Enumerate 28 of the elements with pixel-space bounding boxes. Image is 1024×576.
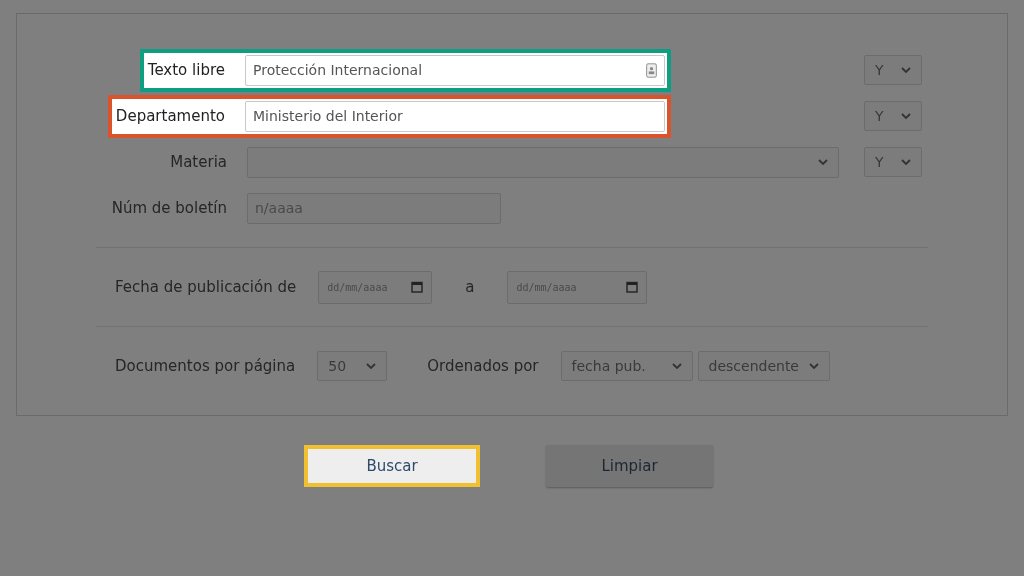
chevron-icon <box>901 67 911 73</box>
order-label: Ordenados por <box>427 355 539 377</box>
per-page-dropdown[interactable]: 50 <box>317 351 388 381</box>
chevron-icon <box>818 159 828 165</box>
search-button[interactable]: Buscar <box>304 445 480 487</box>
date-label: Fecha de publicación de <box>115 276 297 298</box>
chevron-icon <box>901 159 911 165</box>
input-field[interactable]: Protección Internacional <box>245 54 665 86</box>
field-label: Departamento <box>114 105 226 127</box>
operator-dropdown[interactable]: Y <box>864 101 922 131</box>
field-label: Materia <box>169 151 228 173</box>
chevron-icon <box>808 363 819 369</box>
order-field-dropdown[interactable]: fecha pub. <box>560 351 693 381</box>
chevron-icon <box>671 363 682 369</box>
field-label: Texto libre <box>146 59 226 81</box>
calendar-icon <box>411 281 424 293</box>
clear-button[interactable]: Limpiar <box>546 445 713 487</box>
calendar-icon <box>626 281 639 293</box>
operator-dropdown[interactable]: Y <box>864 55 922 85</box>
input-field[interactable]: Ministerio del Interior <box>245 100 665 132</box>
operator-dropdown[interactable]: Y <box>864 147 922 177</box>
chevron-icon <box>901 113 911 119</box>
order-direction-dropdown[interactable]: descendente <box>697 351 830 381</box>
date-separator: a <box>465 276 475 298</box>
materia-dropdown[interactable] <box>247 146 839 178</box>
field-label: Núm de boletín <box>110 197 228 219</box>
per-page-label: Documentos por página <box>115 355 296 377</box>
chevron-icon <box>366 363 377 369</box>
